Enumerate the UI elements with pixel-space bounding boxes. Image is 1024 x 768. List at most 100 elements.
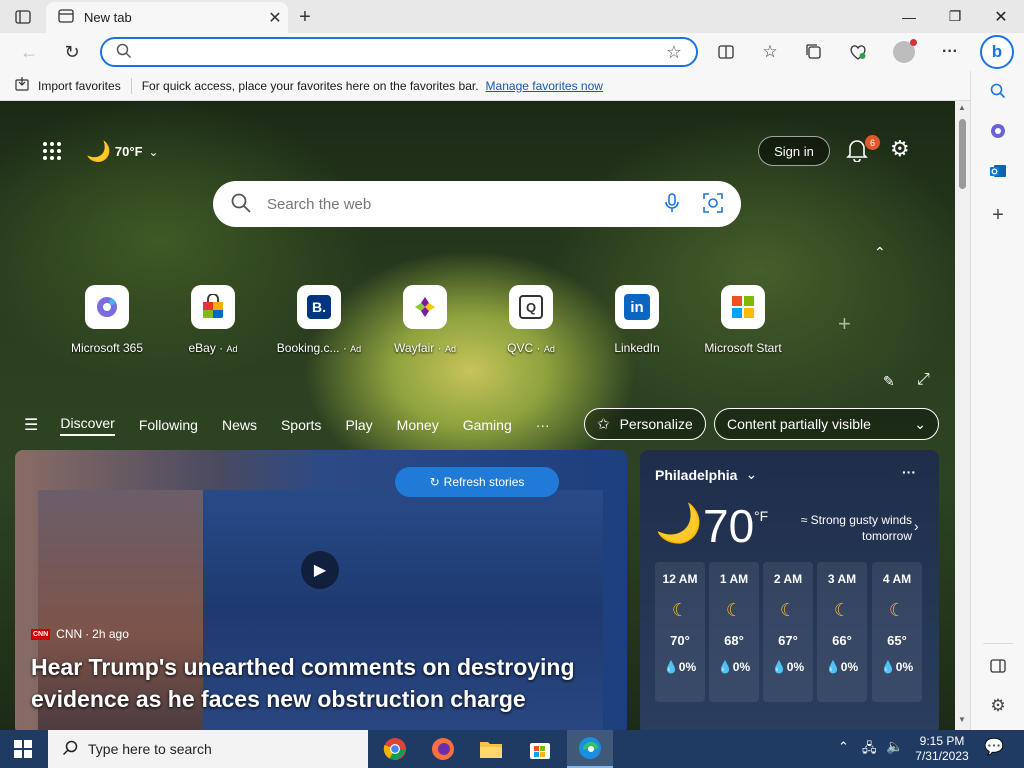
content-visibility-label: Content partially visible	[727, 416, 871, 432]
microsoft-logo-icon	[721, 285, 765, 329]
favorite-star-icon[interactable]: ☆	[666, 42, 682, 63]
sidebar-settings-icon[interactable]: ⚙	[983, 691, 1013, 721]
hide-sidebar-icon[interactable]	[983, 651, 1013, 681]
tab-discover[interactable]: Discover	[60, 415, 115, 436]
system-tray-expand-icon[interactable]: ⌃	[838, 739, 849, 755]
tab-following[interactable]: Following	[139, 417, 198, 433]
chevron-down-icon: ⌄	[148, 144, 159, 159]
close-tab-icon[interactable]: ✕	[262, 8, 288, 28]
file-explorer-icon[interactable]	[468, 730, 514, 768]
edit-background-icon[interactable]: ✎	[883, 373, 895, 390]
minimize-icon[interactable]: —	[886, 0, 932, 33]
tab-title: New tab	[84, 10, 132, 25]
more-options-icon[interactable]: ···	[935, 37, 965, 67]
taskbar-search-placeholder: Type here to search	[88, 741, 212, 757]
import-icon[interactable]	[14, 76, 30, 95]
favorites-icon[interactable]: ☆	[755, 37, 785, 67]
forecast-precip: 0%	[840, 660, 859, 674]
expand-icon[interactable]: ⤢	[917, 371, 930, 389]
collections-icon[interactable]	[799, 37, 829, 67]
tab-new-tab[interactable]: New tab ✕	[46, 2, 288, 33]
visual-search-icon[interactable]	[703, 192, 723, 216]
add-quick-link-icon[interactable]: +	[838, 311, 851, 337]
split-screen-icon[interactable]	[711, 37, 741, 67]
microphone-icon[interactable]	[665, 192, 679, 216]
chrome-icon[interactable]	[372, 730, 418, 768]
clock[interactable]: 9:15 PM 7/31/2023	[912, 734, 972, 764]
tab-play[interactable]: Play	[345, 417, 372, 433]
hamburger-menu-icon[interactable]: ☰	[24, 415, 38, 435]
content-visibility-dropdown[interactable]: Content partially visible ⌄	[714, 408, 939, 440]
tab-money[interactable]: Money	[397, 417, 439, 433]
more-tabs-button[interactable]: ···	[536, 417, 550, 433]
quick-link-qvc[interactable]: Q QVC · Ad	[481, 285, 581, 355]
tab-news[interactable]: News	[222, 417, 257, 433]
play-video-icon[interactable]: ▶	[301, 551, 339, 589]
microsoft-store-icon[interactable]	[517, 730, 563, 768]
sidebar-microsoft365-icon[interactable]	[983, 116, 1013, 146]
volume-icon[interactable]: 🔈	[886, 738, 903, 755]
chevron-right-icon[interactable]: ›	[914, 518, 919, 534]
import-favorites-button[interactable]: Import favorites	[38, 79, 121, 93]
back-icon[interactable]: ←	[14, 37, 44, 67]
quick-link-ebay[interactable]: eBay · Ad	[163, 285, 263, 355]
weather-card[interactable]: Philadelphia ⌄ ··· 🌙 70 °F ≈ Strong gust…	[640, 450, 939, 730]
weather-current-temp: 70	[703, 500, 755, 552]
search-icon	[231, 193, 251, 216]
tab-actions-icon[interactable]	[8, 2, 38, 32]
tab-sports[interactable]: Sports	[281, 417, 321, 433]
sidebar-search-icon[interactable]	[983, 76, 1013, 106]
notifications-bell-icon[interactable]: 6	[846, 135, 880, 165]
close-window-icon[interactable]: ✕	[978, 0, 1024, 33]
weather-chip[interactable]: 🌙 70°F ⌄	[86, 139, 159, 164]
forecast-temp: 68°	[724, 633, 744, 648]
quick-link-wayfair[interactable]: Wayfair · Ad	[375, 285, 475, 355]
quick-link-booking[interactable]: B. Booking.c... · Ad	[269, 285, 369, 355]
page-scrollbar[interactable]: ▲ ▼	[955, 101, 970, 730]
network-icon[interactable]: 🖧	[862, 739, 877, 761]
taskbar-search[interactable]: Type here to search	[48, 730, 368, 768]
new-tab-plus-icon[interactable]: +	[290, 2, 320, 32]
weather-more-icon[interactable]: ···	[902, 464, 916, 480]
page-settings-gear-icon[interactable]: ⚙	[890, 136, 910, 162]
ebay-shopping-bag-icon	[191, 285, 235, 329]
quick-link-linkedin[interactable]: in LinkedIn	[587, 285, 687, 355]
weather-location[interactable]: Philadelphia ⌄	[655, 466, 757, 483]
manage-favorites-link[interactable]: Manage favorites now	[486, 79, 603, 93]
web-search-box[interactable]: Search the web	[213, 181, 741, 227]
profile-avatar[interactable]	[889, 37, 919, 67]
personalize-button[interactable]: ✩ Personalize	[584, 408, 706, 440]
firefox-icon[interactable]	[420, 730, 466, 768]
moon-icon: 🌙	[86, 141, 111, 163]
sign-in-button[interactable]: Sign in	[758, 136, 830, 166]
quick-link-microsoft-start[interactable]: Microsoft Start	[693, 285, 793, 355]
chevron-down-icon: ⌄	[745, 466, 758, 482]
apps-launcher-icon[interactable]	[42, 141, 62, 164]
microsoft365-icon	[85, 285, 129, 329]
hero-news-card[interactable]: ▶ ↻ Refresh stories CNN CNN · 2h ago Hea…	[15, 450, 627, 730]
moon-icon: ☾	[725, 600, 743, 620]
ad-badge: Ad	[444, 344, 456, 354]
collapse-quick-links-icon[interactable]: ⌃	[874, 244, 886, 261]
browser-essentials-icon[interactable]	[843, 37, 873, 67]
quick-link-microsoft365[interactable]: Microsoft 365	[57, 285, 157, 355]
news-headline[interactable]: Hear Trump's unearthed comments on destr…	[31, 651, 601, 715]
bing-copilot-icon[interactable]: b	[980, 35, 1014, 69]
scroll-up-icon[interactable]: ▲	[958, 103, 966, 112]
refresh-stories-button[interactable]: ↻ Refresh stories	[395, 467, 559, 497]
tab-gaming[interactable]: Gaming	[463, 417, 512, 433]
weather-forecast-summary[interactable]: ≈ Strong gusty winds tomorrow	[786, 512, 912, 544]
restore-icon[interactable]: ❐	[932, 0, 978, 33]
sidebar-add-icon[interactable]: +	[983, 200, 1013, 230]
sidebar-outlook-icon[interactable]	[983, 156, 1013, 186]
address-bar[interactable]: ☆	[100, 37, 698, 67]
notification-center-icon[interactable]: 💬	[984, 737, 1004, 757]
wind-icon: ≈	[800, 513, 811, 527]
edge-taskbar-icon[interactable]	[567, 730, 613, 768]
refresh-icon[interactable]: ↻	[57, 37, 87, 67]
scroll-down-icon[interactable]: ▼	[958, 715, 966, 724]
favorites-bar-message: For quick access, place your favorites h…	[141, 78, 479, 93]
windows-start-icon[interactable]	[0, 730, 46, 768]
address-input[interactable]	[140, 44, 666, 60]
scrollbar-thumb[interactable]	[959, 119, 966, 189]
